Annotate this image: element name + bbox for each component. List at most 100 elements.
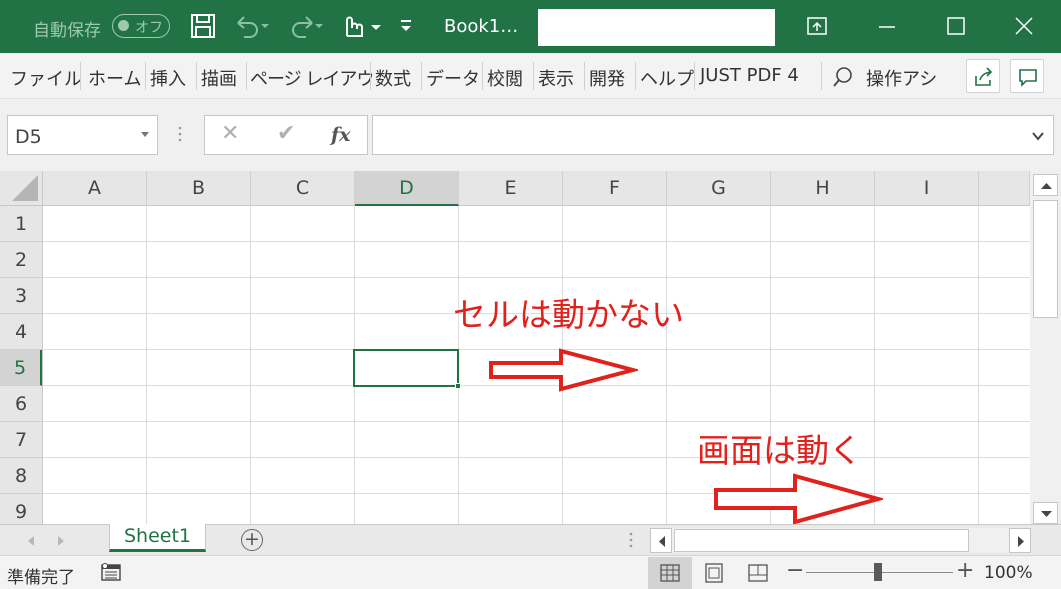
- page-layout-view-button[interactable]: [692, 557, 736, 589]
- active-cell-d5[interactable]: [353, 349, 461, 389]
- sheet-tab-sheet1[interactable]: Sheet1: [109, 524, 206, 552]
- autosave-state: オフ: [135, 20, 163, 36]
- row-header[interactable]: 2: [0, 242, 42, 278]
- search-icon[interactable]: [832, 66, 854, 92]
- scroll-up-button[interactable]: [1033, 174, 1058, 196]
- name-box[interactable]: D5: [7, 115, 158, 155]
- column-header[interactable]: A: [43, 171, 147, 206]
- undo-icon[interactable]: [232, 13, 272, 43]
- tab-page-layout[interactable]: ページ レイアウ: [250, 65, 374, 91]
- expand-formula-bar-icon[interactable]: [1031, 128, 1045, 147]
- autosave-label: 自動保存: [33, 21, 101, 41]
- tab-data[interactable]: データ: [426, 65, 480, 91]
- share-button[interactable]: [966, 59, 1000, 93]
- tab-review[interactable]: 校閲: [487, 65, 523, 91]
- zoom-slider-thumb[interactable]: [874, 563, 882, 581]
- normal-view-button[interactable]: [648, 557, 692, 589]
- select-all-button[interactable]: [0, 171, 43, 206]
- horizontal-scrollbar[interactable]: [650, 528, 1031, 553]
- autosave-toggle[interactable]: オフ: [112, 14, 170, 38]
- divider: [821, 62, 822, 90]
- redo-icon[interactable]: [286, 13, 326, 43]
- maximize-icon[interactable]: [945, 15, 967, 41]
- row-headers: 1 2 3 4 5 6 7 8 9: [0, 206, 43, 524]
- tab-file[interactable]: ファイル: [10, 65, 82, 91]
- row-header[interactable]: 6: [0, 386, 42, 422]
- status-ready: 準備完了: [7, 568, 75, 588]
- row-header[interactable]: 8: [0, 458, 42, 494]
- divider: [196, 62, 197, 90]
- divider: [246, 62, 247, 90]
- column-header[interactable]: H: [771, 171, 875, 206]
- zoom-level[interactable]: 100%: [984, 563, 1033, 583]
- tab-draw[interactable]: 描画: [201, 65, 237, 91]
- splitter-dots-icon[interactable]: [178, 125, 182, 147]
- tab-formulas[interactable]: 数式: [375, 65, 411, 91]
- annotation-screen-moves: 画面は動く: [697, 431, 862, 470]
- tab-just-pdf[interactable]: JUST PDF 4: [700, 65, 799, 86]
- formula-input[interactable]: [372, 115, 1054, 155]
- tell-me-box[interactable]: 操作アシ: [866, 65, 940, 91]
- comment-icon: [1017, 66, 1039, 92]
- row-header[interactable]: 1: [0, 206, 42, 242]
- zoom-out-button[interactable]: −: [786, 558, 804, 583]
- vertical-scrollbar[interactable]: [1030, 171, 1061, 524]
- worksheet-grid: A B C D E F G H I 1 2 3 4 5 6 7 8 9 セルは動…: [0, 171, 1030, 524]
- column-header-selected[interactable]: D: [355, 171, 459, 206]
- title-bar: 自動保存 オフ Book1…: [0, 0, 1061, 53]
- cancel-icon[interactable]: ✕: [221, 121, 239, 146]
- tab-help[interactable]: ヘルプ: [640, 65, 694, 91]
- row-header[interactable]: 7: [0, 422, 42, 458]
- row-header-selected[interactable]: 5: [0, 350, 42, 386]
- zoom-in-button[interactable]: +: [956, 558, 974, 583]
- touch-mode-icon[interactable]: [338, 12, 382, 44]
- scroll-tabs-right-icon[interactable]: [56, 533, 66, 552]
- comments-button[interactable]: [1010, 59, 1044, 93]
- row-header[interactable]: 9: [0, 494, 42, 524]
- divider: [584, 62, 585, 90]
- customize-qat-icon[interactable]: [398, 16, 414, 40]
- tab-view[interactable]: 表示: [538, 65, 574, 91]
- add-sheet-button[interactable]: +: [241, 529, 263, 551]
- splitter-dots-icon[interactable]: [629, 531, 633, 553]
- name-box-value: D5: [15, 126, 42, 148]
- annotation-cells-stay: セルは動かない: [453, 295, 684, 334]
- column-header[interactable]: C: [251, 171, 355, 206]
- select-all-triangle-icon: [12, 175, 38, 201]
- scroll-left-button[interactable]: [650, 528, 672, 553]
- column-header[interactable]: F: [563, 171, 667, 206]
- divider: [145, 62, 146, 90]
- divider: [421, 62, 422, 90]
- insert-function-button[interactable]: fx: [331, 124, 351, 146]
- tab-insert[interactable]: 挿入: [150, 65, 186, 91]
- scroll-down-button[interactable]: [1033, 502, 1058, 524]
- workbook-title: Book1…: [444, 16, 519, 37]
- column-header[interactable]: E: [459, 171, 563, 206]
- fill-handle[interactable]: [455, 383, 461, 389]
- close-icon[interactable]: [1013, 15, 1035, 41]
- formula-buttons: ✕ ✔ fx: [204, 115, 368, 155]
- status-bar: 準備完了 − + 100%: [0, 555, 1061, 589]
- horizontal-scroll-thumb[interactable]: [674, 529, 969, 552]
- enter-icon[interactable]: ✔: [277, 121, 295, 146]
- column-header-partial[interactable]: [979, 171, 1030, 206]
- row-header[interactable]: 3: [0, 278, 42, 314]
- macro-recording-icon[interactable]: [100, 562, 122, 586]
- row-header[interactable]: 4: [0, 314, 42, 350]
- column-header[interactable]: I: [875, 171, 979, 206]
- column-header[interactable]: B: [147, 171, 251, 206]
- tab-home[interactable]: ホーム: [88, 65, 141, 91]
- minimize-icon[interactable]: [876, 15, 898, 41]
- scroll-right-button[interactable]: [1009, 528, 1031, 553]
- divider: [370, 62, 371, 90]
- chevron-down-icon[interactable]: [141, 132, 149, 137]
- column-header[interactable]: G: [667, 171, 771, 206]
- scroll-tabs-left-icon[interactable]: [26, 533, 36, 552]
- vertical-scroll-thumb[interactable]: [1033, 200, 1058, 318]
- share-icon: [973, 66, 995, 92]
- page-break-view-button[interactable]: [736, 557, 780, 589]
- ribbon-tab-bar: ファイル ホーム 挿入 描画 ページ レイアウ 数式 データ 校閲 表示 開発 …: [0, 53, 1061, 99]
- tab-developer[interactable]: 開発: [589, 65, 625, 91]
- ribbon-display-options-icon[interactable]: [806, 15, 828, 41]
- save-icon[interactable]: [190, 13, 216, 43]
